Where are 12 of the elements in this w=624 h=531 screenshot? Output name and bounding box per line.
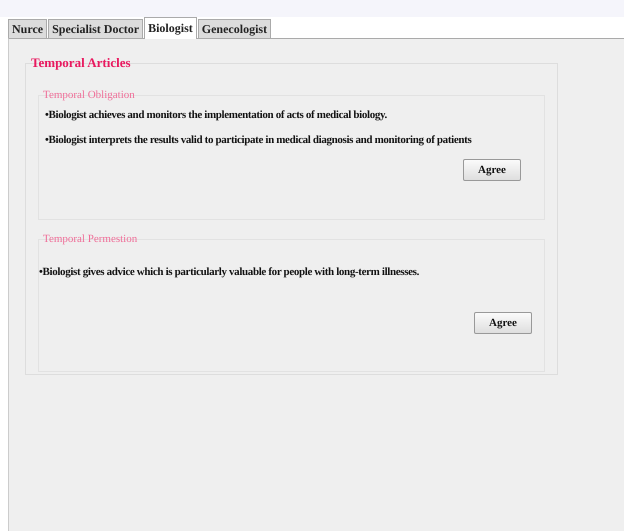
- group-title: Temporal Obligation: [43, 88, 136, 102]
- article-text: •Biologist interprets the results valid to participate in medical diagnosis and monitoring of patients: [45, 134, 472, 146]
- group-title: Temporal Permestion: [43, 232, 138, 246]
- section-title: Temporal Articles: [31, 55, 132, 71]
- agree-button[interactable]: Agree: [474, 312, 532, 334]
- agree-button[interactable]: Agree: [463, 159, 521, 181]
- article-text: •Biologist achieves and monitors the implementation of acts of medical biology.: [45, 109, 388, 121]
- article-text: •Biologist gives advice which is particularly valuable for people with long-term illnesses.: [39, 266, 420, 278]
- tab[interactable]: Specialist Doctor: [48, 19, 144, 38]
- tab[interactable]: Nurce: [8, 19, 48, 38]
- tab[interactable]: Genecologist: [198, 19, 272, 38]
- tab[interactable]: Biologist: [144, 17, 197, 39]
